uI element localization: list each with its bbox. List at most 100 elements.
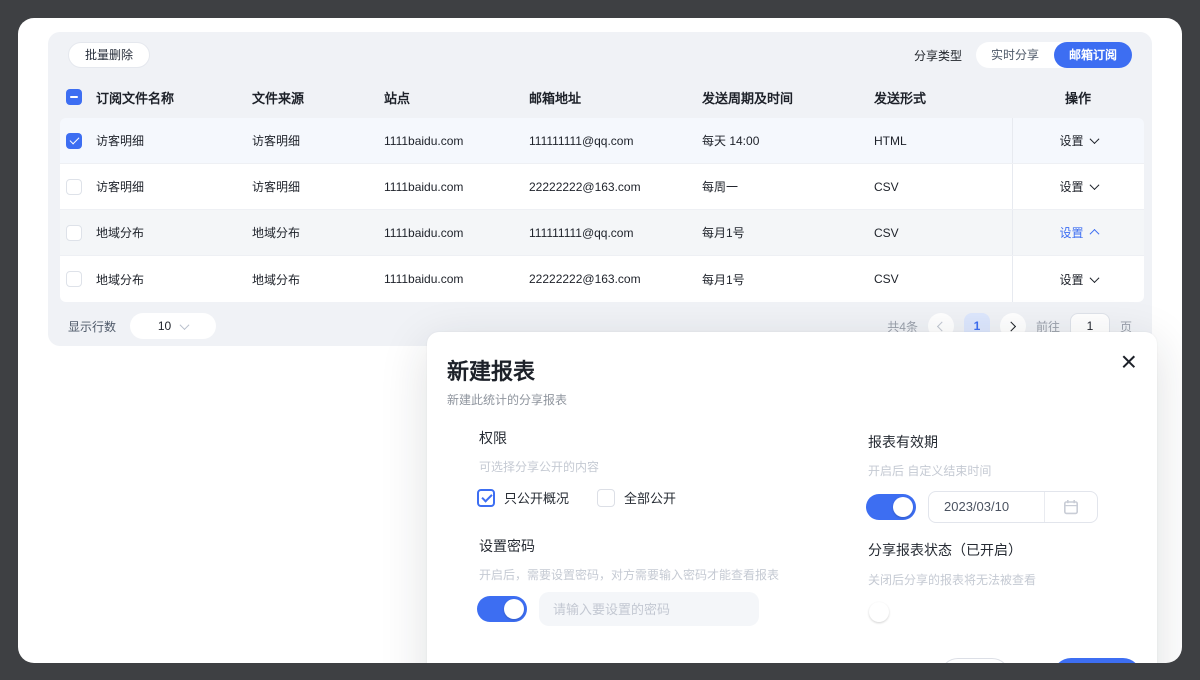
share-type-segmented-control: 实时分享 邮箱订阅 (976, 42, 1132, 68)
app-window: 批量删除 分享类型 实时分享 邮箱订阅 订阅文件名称 文件来源 站点 邮箱地址 … (18, 18, 1182, 663)
share-type-label: 分享类型 (914, 47, 962, 64)
password-row (477, 592, 759, 626)
row-period: 每天 14:00 (702, 132, 874, 149)
permission-section-title: 权限 (479, 428, 507, 448)
row-checkbox-cell (60, 271, 96, 287)
validity-row: 2023/03/10 (866, 491, 1098, 523)
row-action-cell: 设置 (1012, 210, 1144, 255)
row-action-cell: 设置 (1012, 256, 1144, 302)
header-checkbox-cell (60, 89, 96, 105)
subscription-table-card: 批量删除 分享类型 实时分享 邮箱订阅 订阅文件名称 文件来源 站点 邮箱地址 … (48, 32, 1152, 346)
chevron-up-icon (1089, 229, 1099, 239)
table-toolbar: 批量删除 分享类型 实时分享 邮箱订阅 (68, 42, 1132, 68)
row-format: CSV (874, 226, 1012, 240)
password-toggle[interactable] (477, 596, 527, 622)
settings-button[interactable]: 设置 (1059, 178, 1097, 195)
settings-button[interactable]: 设置 (1059, 271, 1097, 288)
segment-realtime-share[interactable]: 实时分享 (976, 42, 1054, 68)
row-name: 访客明细 (96, 132, 252, 149)
table-body: 访客明细 访客明细 1111baidu.com 111111111@qq.com… (60, 118, 1144, 302)
validity-toggle[interactable] (866, 494, 916, 520)
checkbox-checked-icon[interactable] (477, 489, 495, 507)
toggle-knob (504, 599, 524, 619)
row-name: 地域分布 (96, 224, 252, 241)
chevron-down-icon (1089, 273, 1099, 283)
option-overview-only[interactable]: 只公开概况 (477, 488, 569, 507)
row-checkbox[interactable] (66, 133, 82, 149)
checkbox-unchecked-icon[interactable] (597, 489, 615, 507)
row-site: 1111baidu.com (384, 226, 529, 240)
settings-label: 设置 (1059, 178, 1083, 195)
row-email: 22222222@163.com (529, 272, 702, 286)
password-input[interactable] (539, 592, 759, 626)
permission-section-desc: 可选择分享公开的内容 (479, 458, 599, 475)
row-checkbox-cell (60, 179, 96, 195)
option-label: 全部公开 (624, 488, 676, 507)
row-checkbox-cell (60, 225, 96, 241)
table-row[interactable]: 地域分布 地域分布 1111baidu.com 22222222@163.com… (60, 256, 1144, 302)
segment-email-subscription[interactable]: 邮箱订阅 (1054, 42, 1132, 68)
cancel-button[interactable] (940, 658, 1010, 663)
modal-title: 新建报表 (447, 354, 535, 386)
row-email: 111111111@qq.com (529, 226, 702, 240)
validity-section-title: 报表有效期 (868, 432, 938, 452)
status-section-title: 分享报表状态（已开启） (868, 540, 1022, 560)
row-site: 1111baidu.com (384, 272, 529, 286)
settings-label: 设置 (1059, 224, 1083, 241)
header-format[interactable]: 发送形式 (874, 88, 1012, 107)
row-name: 访客明细 (96, 178, 252, 195)
subscription-table: 订阅文件名称 文件来源 站点 邮箱地址 发送周期及时间 发送形式 操作 访客明细… (60, 76, 1144, 302)
rows-per-page-group: 显示行数 10 (68, 313, 216, 339)
row-period: 每周一 (702, 178, 874, 195)
confirm-button[interactable] (1053, 658, 1141, 663)
settings-button[interactable]: 设置 (1059, 132, 1097, 149)
row-checkbox[interactable] (66, 179, 82, 195)
chevron-down-icon (1089, 134, 1099, 144)
status-section-desc: 关闭后分享的报表将无法被查看 (868, 571, 1036, 588)
calendar-icon[interactable] (1045, 492, 1097, 522)
row-checkbox[interactable] (66, 225, 82, 241)
rows-per-page-label: 显示行数 (68, 318, 116, 335)
rows-per-page-select[interactable]: 10 (130, 313, 216, 339)
chevron-right-icon (1007, 321, 1017, 331)
password-section-desc: 开启后，需要设置密码，对方需要输入密码才能查看报表 (479, 566, 779, 583)
row-action-cell: 设置 (1012, 164, 1144, 209)
row-format: CSV (874, 272, 1012, 286)
row-name: 地域分布 (96, 271, 252, 288)
row-checkbox[interactable] (66, 271, 82, 287)
rows-per-page-value: 10 (158, 319, 171, 333)
row-site: 1111baidu.com (384, 180, 529, 194)
toggle-knob (893, 497, 913, 517)
settings-label: 设置 (1059, 271, 1083, 288)
row-source: 地域分布 (252, 224, 384, 241)
header-site[interactable]: 站点 (384, 88, 529, 107)
option-all-public[interactable]: 全部公开 (597, 488, 676, 507)
row-email: 22222222@163.com (529, 180, 702, 194)
settings-button-expanded[interactable]: 设置 (1059, 224, 1097, 241)
table-row[interactable]: 访客明细 访客明细 1111baidu.com 22222222@163.com… (60, 164, 1144, 210)
select-all-checkbox[interactable] (66, 89, 82, 105)
permission-options: 只公开概况 全部公开 (477, 488, 676, 507)
table-row[interactable]: 地域分布 地域分布 1111baidu.com 111111111@qq.com… (60, 210, 1144, 256)
toggle-knob (869, 602, 889, 622)
header-name[interactable]: 订阅文件名称 (96, 88, 252, 107)
table-row[interactable]: 访客明细 访客明细 1111baidu.com 111111111@qq.com… (60, 118, 1144, 164)
chevron-down-icon (180, 320, 190, 330)
row-checkbox-cell (60, 133, 96, 149)
settings-label: 设置 (1059, 132, 1083, 149)
date-picker-field[interactable]: 2023/03/10 (928, 491, 1098, 523)
row-site: 1111baidu.com (384, 134, 529, 148)
close-icon[interactable]: × (1121, 348, 1137, 376)
batch-delete-button[interactable]: 批量删除 (68, 42, 150, 68)
row-source: 地域分布 (252, 271, 384, 288)
validity-section-desc: 开启后 自定义结束时间 (868, 462, 991, 479)
header-period[interactable]: 发送周期及时间 (702, 88, 874, 107)
row-action-cell: 设置 (1012, 118, 1144, 163)
row-format: HTML (874, 134, 1012, 148)
row-source: 访客明细 (252, 132, 384, 149)
header-action: 操作 (1012, 76, 1144, 118)
chevron-left-icon (937, 321, 947, 331)
header-source[interactable]: 文件来源 (252, 88, 384, 107)
row-period: 每月1号 (702, 271, 874, 288)
header-email[interactable]: 邮箱地址 (529, 88, 702, 107)
